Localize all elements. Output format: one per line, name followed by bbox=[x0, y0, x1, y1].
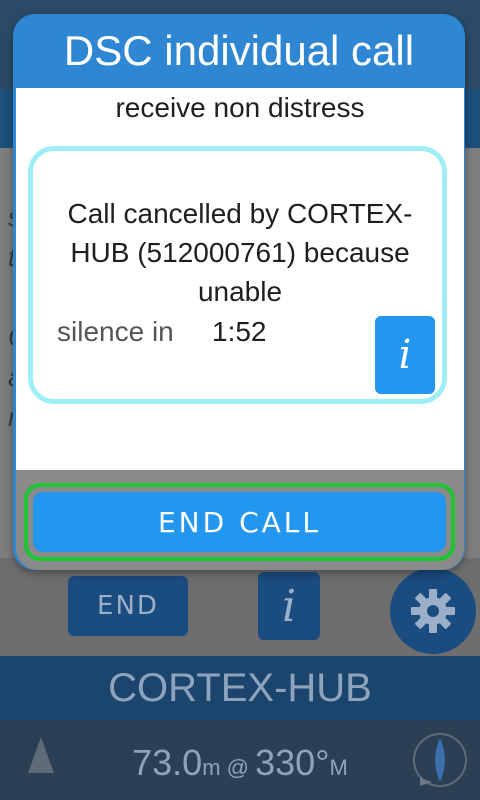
call-type-subtitle: receive non distress bbox=[115, 92, 365, 123]
bearing-unit: M bbox=[329, 755, 348, 780]
distance-unit: m bbox=[202, 755, 221, 780]
background-station-name: CORTEX-HUB bbox=[0, 656, 480, 720]
dialog-title: DSC individual call bbox=[63, 27, 415, 74]
info-icon: i bbox=[398, 332, 412, 378]
call-message: Call cancelled by CORTEX-HUB (512000761)… bbox=[67, 198, 413, 307]
bearing-value: 330° bbox=[255, 742, 330, 783]
background-settings-button bbox=[390, 568, 476, 654]
at-sign: @ bbox=[220, 755, 256, 780]
silence-countdown: 1:52 bbox=[212, 316, 267, 347]
background-distance-readout: 73.0m @ 330°M bbox=[0, 742, 480, 784]
info-button[interactable]: i bbox=[375, 316, 435, 394]
distance-value: 73.0 bbox=[132, 742, 203, 783]
end-call-button[interactable]: END CALL bbox=[33, 492, 446, 552]
gear-icon bbox=[411, 589, 455, 633]
silence-label: silence in bbox=[57, 316, 174, 347]
background-end-button: END bbox=[68, 576, 188, 636]
compass-icon bbox=[413, 733, 467, 787]
background-info-button: i bbox=[258, 572, 320, 640]
